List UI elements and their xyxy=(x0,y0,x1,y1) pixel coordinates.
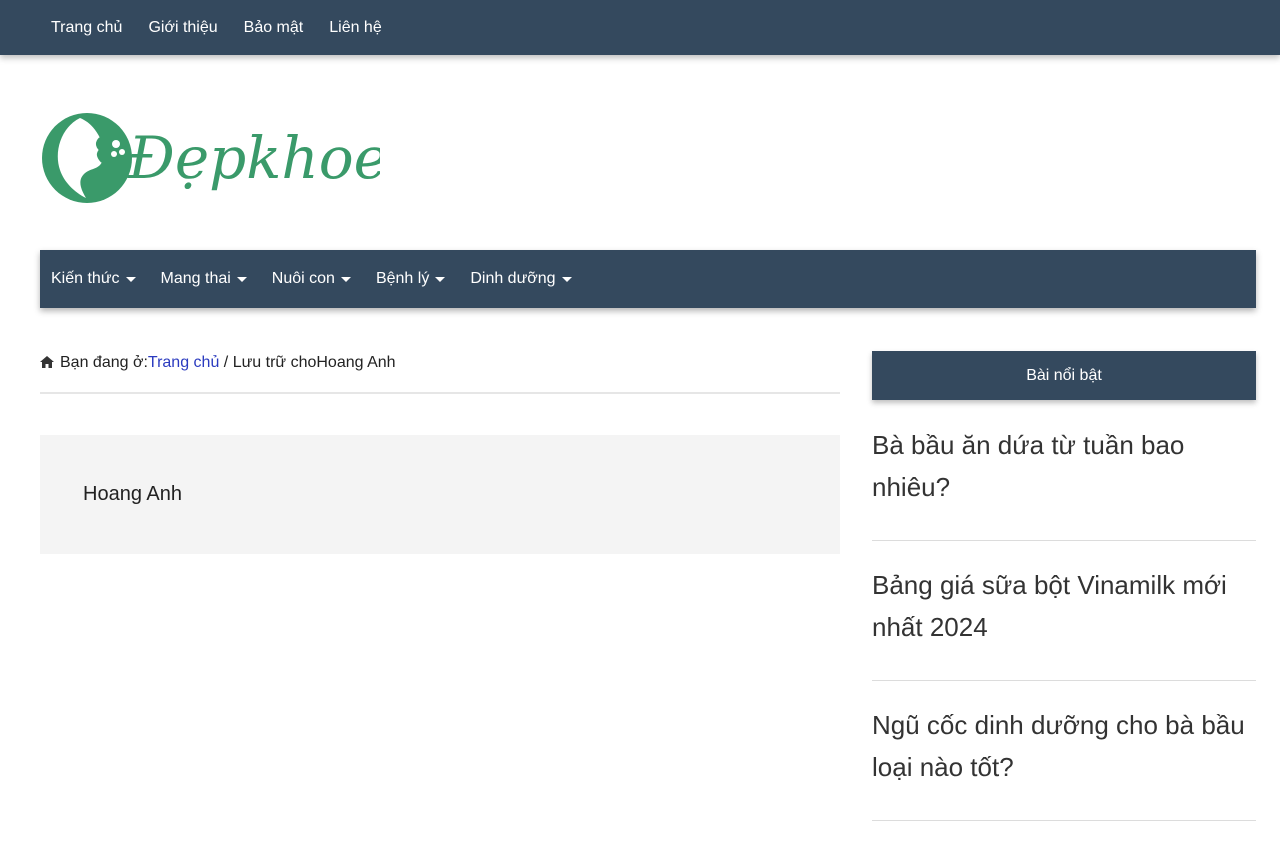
breadcrumb-separator: / xyxy=(219,354,233,371)
top-bar: Trang chủ Giới thiệu Bảo mật Liên hệ xyxy=(0,0,1280,55)
archive-title: Hoang Anh xyxy=(83,483,182,505)
archive-header: Hoang Anh xyxy=(40,435,840,554)
featured-post-link[interactable]: Bà bầu ăn dứa từ tuần bao nhiêu? xyxy=(872,424,1256,541)
caret-down-icon xyxy=(125,276,136,282)
top-nav-contact[interactable]: Liên hệ xyxy=(329,19,382,37)
breadcrumb: Bạn đang ở:Trang chủ / Lưu trữ choHoang … xyxy=(40,354,840,394)
site-logo[interactable]: Đẹpkhoe xyxy=(40,108,388,208)
top-nav-about[interactable]: Giới thiệu xyxy=(148,19,217,37)
main-nav-diseases[interactable]: Bệnh lý xyxy=(375,270,446,288)
main-nav-label: Kiến thức xyxy=(51,270,120,287)
featured-widget-title: Bài nổi bật xyxy=(872,351,1256,400)
featured-post-link[interactable]: Ngũ cốc dinh dưỡng cho bà bầu loại nào t… xyxy=(872,704,1256,821)
top-nav-home[interactable]: Trang chủ xyxy=(51,19,122,37)
featured-post-link[interactable]: Bảng giá sữa bột Vinamilk mới nhất 2024 xyxy=(872,564,1256,681)
main-nav-label: Nuôi con xyxy=(271,270,335,287)
main-nav-label: Dinh dưỡng xyxy=(470,270,556,287)
main-nav-knowledge[interactable]: Kiến thức xyxy=(51,270,136,288)
breadcrumb-home-link[interactable]: Trang chủ xyxy=(148,354,219,371)
top-nav-privacy[interactable]: Bảo mật xyxy=(244,19,304,37)
home-icon xyxy=(40,355,54,373)
main-nav-parenting[interactable]: Nuôi con xyxy=(272,270,351,288)
main-nav-pregnancy[interactable]: Mang thai xyxy=(161,270,247,288)
main-nav-label: Bệnh lý xyxy=(375,270,430,287)
main-nav-label: Mang thai xyxy=(160,270,231,287)
main-nav-nutrition[interactable]: Dinh dưỡng xyxy=(470,270,572,288)
featured-posts-list: Bà bầu ăn dứa từ tuần bao nhiêu? Bảng gi… xyxy=(872,424,1256,844)
top-nav: Trang chủ Giới thiệu Bảo mật Liên hệ xyxy=(51,0,408,55)
caret-down-icon xyxy=(340,276,351,282)
main-nav: Kiến thức Mang thai Nuôi con Bệnh lý Din… xyxy=(40,250,1256,308)
breadcrumb-current: Lưu trữ choHoang Anh xyxy=(232,354,396,371)
breadcrumb-prefix: Bạn đang ở: xyxy=(60,354,148,371)
caret-down-icon xyxy=(561,276,572,282)
caret-down-icon xyxy=(236,276,247,282)
logo-text: Đẹpkhoe xyxy=(127,124,380,192)
caret-down-icon xyxy=(435,276,446,282)
